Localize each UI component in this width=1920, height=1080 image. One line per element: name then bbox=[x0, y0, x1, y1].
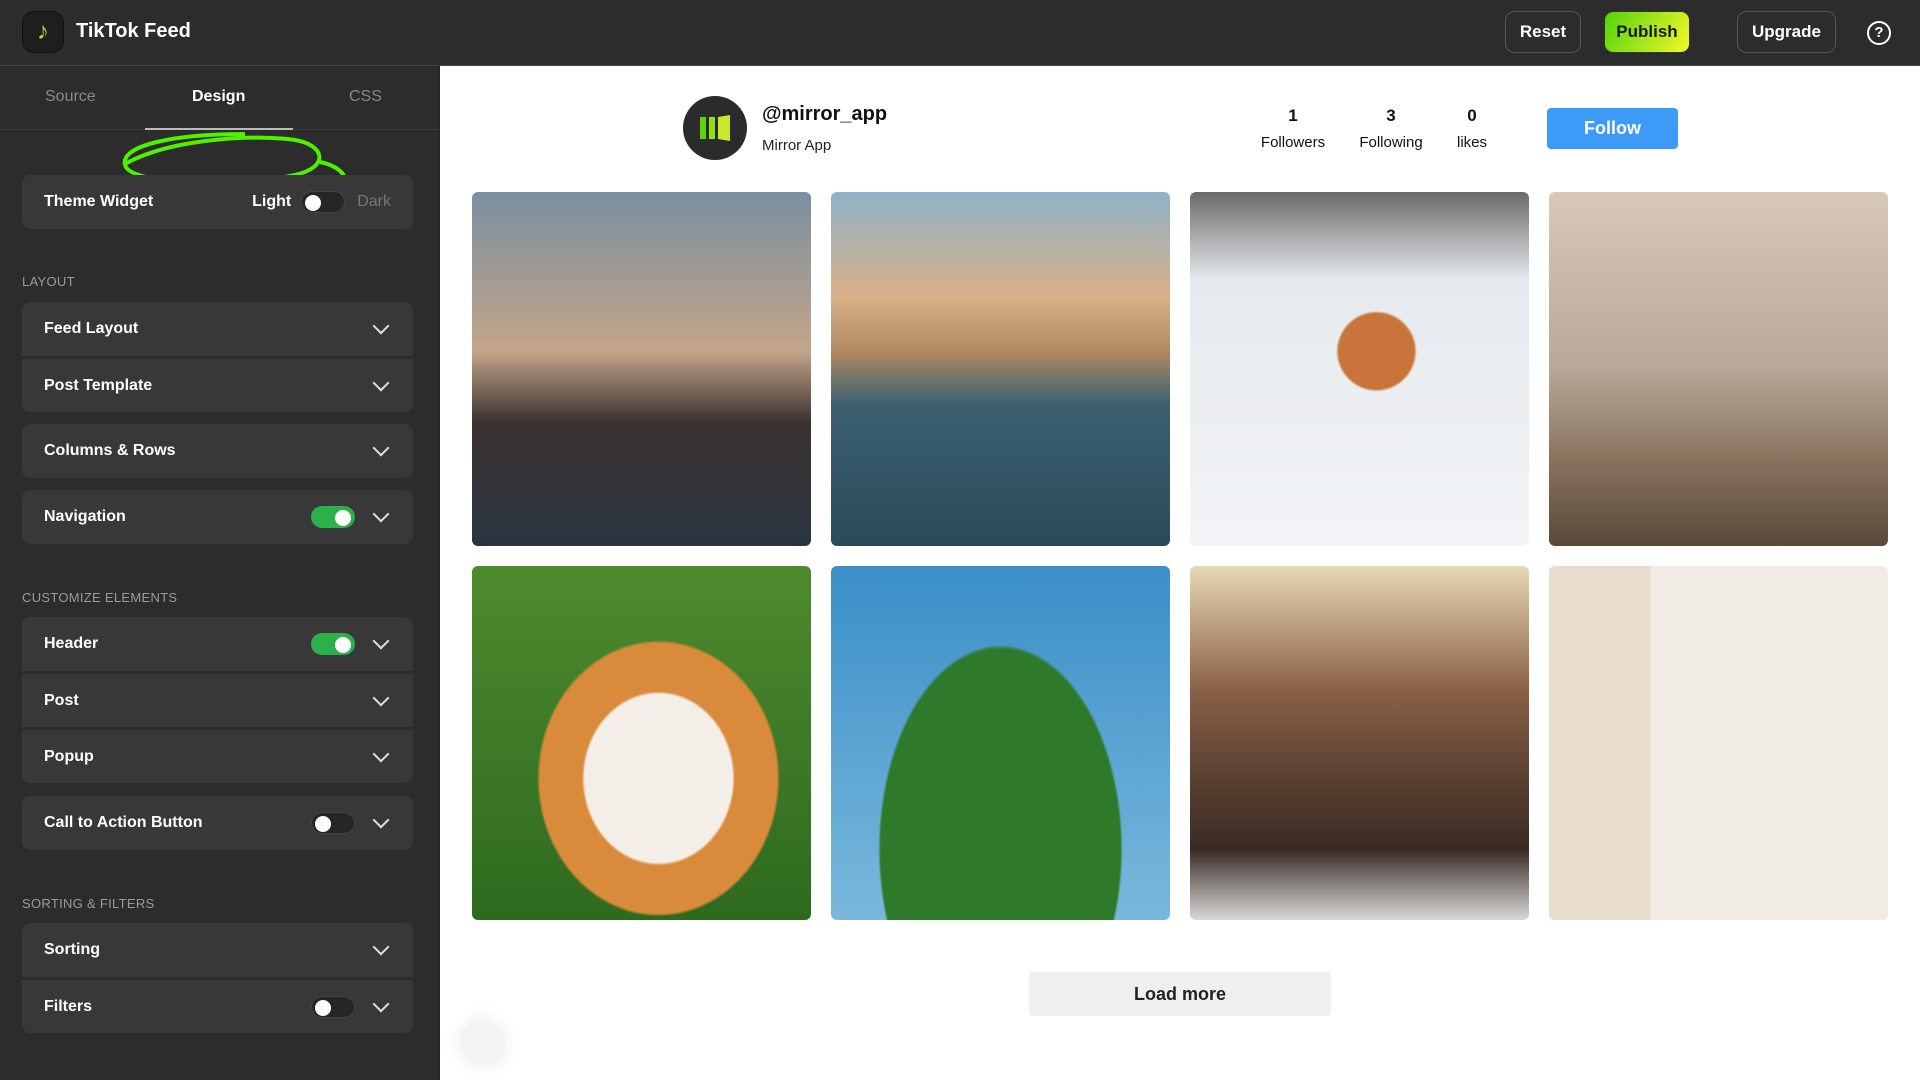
chevron-down-icon[interactable] bbox=[373, 745, 390, 762]
followers-count: 1 bbox=[1261, 106, 1325, 126]
row-label: Call to Action Button bbox=[44, 814, 311, 832]
cta-button-row[interactable]: Call to Action Button bbox=[22, 796, 413, 850]
filters-row[interactable]: Filters bbox=[22, 979, 413, 1033]
followers-label: Followers bbox=[1261, 134, 1325, 151]
likes-stat: 0 likes bbox=[1457, 106, 1487, 151]
following-stat: 3 Following bbox=[1359, 106, 1422, 151]
section-layout: LAYOUT bbox=[22, 274, 75, 289]
feed-post-beach-rocks[interactable] bbox=[1549, 192, 1888, 546]
chevron-down-icon[interactable] bbox=[373, 374, 390, 391]
tab-css[interactable]: CSS bbox=[349, 88, 382, 106]
feed-layout-row[interactable]: Feed Layout bbox=[22, 302, 413, 356]
chevron-down-icon[interactable] bbox=[373, 440, 390, 457]
chevron-down-icon[interactable] bbox=[373, 995, 390, 1012]
followers-stat: 1 Followers bbox=[1261, 106, 1325, 151]
feed-post-venice-canal[interactable] bbox=[831, 192, 1170, 546]
tab-bar: Source Design CSS bbox=[0, 66, 440, 130]
publish-button[interactable]: Publish bbox=[1604, 11, 1690, 53]
chevron-down-icon[interactable] bbox=[373, 939, 390, 956]
row-label: Feed Layout bbox=[44, 320, 355, 338]
header-row[interactable]: Header bbox=[22, 617, 413, 671]
columns-rows-row[interactable]: Columns & Rows bbox=[22, 424, 413, 478]
row-label: Header bbox=[44, 635, 311, 653]
chevron-down-icon[interactable] bbox=[373, 318, 390, 335]
feed-post-smiling-corgi[interactable] bbox=[472, 566, 811, 920]
post-template-row[interactable]: Post Template bbox=[22, 358, 413, 412]
filters-toggle[interactable] bbox=[311, 996, 355, 1018]
likes-label: likes bbox=[1457, 134, 1487, 151]
post-row[interactable]: Post bbox=[22, 673, 413, 727]
popup-row[interactable]: Popup bbox=[22, 729, 413, 783]
feed-post-lemon-tree[interactable] bbox=[831, 566, 1170, 920]
following-count: 3 bbox=[1359, 106, 1422, 126]
theme-widget-row: Theme Widget Light Dark bbox=[22, 175, 413, 229]
chevron-down-icon[interactable] bbox=[373, 689, 390, 706]
theme-toggle[interactable] bbox=[301, 191, 345, 213]
row-label: Filters bbox=[44, 998, 311, 1016]
sidebar: Source Design CSS Theme Widget Light Dar… bbox=[0, 66, 440, 1080]
tab-design[interactable]: Design bbox=[192, 88, 245, 106]
tab-source[interactable]: Source bbox=[45, 88, 96, 106]
section-sorting: SORTING & FILTERS bbox=[22, 896, 154, 911]
cta-toggle[interactable] bbox=[311, 812, 355, 834]
navigation-row[interactable]: Navigation bbox=[22, 490, 413, 544]
chevron-down-icon[interactable] bbox=[373, 506, 390, 523]
theme-dark-label: Dark bbox=[357, 193, 391, 211]
navigation-toggle[interactable] bbox=[311, 506, 355, 528]
header-toggle[interactable] bbox=[311, 633, 355, 655]
follow-button[interactable]: Follow bbox=[1547, 108, 1678, 149]
profile-username[interactable]: @mirror_app bbox=[762, 103, 887, 126]
feed-post-kitchen[interactable] bbox=[1549, 566, 1888, 920]
sorting-row[interactable]: Sorting bbox=[22, 923, 413, 977]
row-label: Sorting bbox=[44, 941, 355, 959]
help-icon[interactable]: ? bbox=[1867, 21, 1891, 45]
profile-avatar[interactable] bbox=[683, 96, 747, 160]
app-title: TikTok Feed bbox=[76, 20, 191, 43]
theme-widget-label: Theme Widget bbox=[44, 193, 252, 211]
row-label: Post Template bbox=[44, 377, 355, 395]
feed-post-harbor-ship[interactable] bbox=[472, 192, 811, 546]
theme-light-label: Light bbox=[252, 193, 291, 211]
chevron-down-icon[interactable] bbox=[373, 812, 390, 829]
row-label: Popup bbox=[44, 748, 355, 766]
following-label: Following bbox=[1359, 134, 1422, 151]
likes-count: 0 bbox=[1457, 106, 1487, 126]
upgrade-button[interactable]: Upgrade bbox=[1737, 11, 1836, 53]
row-label: Post bbox=[44, 692, 355, 710]
chat-widget-icon[interactable] bbox=[460, 1020, 506, 1066]
chevron-down-icon[interactable] bbox=[373, 633, 390, 650]
reset-button[interactable]: Reset bbox=[1505, 11, 1581, 53]
active-tab-indicator bbox=[145, 128, 293, 130]
load-more-button[interactable]: Load more bbox=[1029, 972, 1331, 1016]
mirror-logo-icon bbox=[698, 113, 732, 143]
top-bar: ♪ TikTok Feed Reset Publish Upgrade ? bbox=[0, 0, 1920, 66]
section-customize: CUSTOMIZE ELEMENTS bbox=[22, 590, 177, 605]
feed-post-corgi-snow[interactable] bbox=[1190, 192, 1529, 546]
row-label: Navigation bbox=[44, 508, 311, 526]
feed-post-street-car[interactable] bbox=[1190, 566, 1529, 920]
row-label: Columns & Rows bbox=[44, 442, 355, 460]
profile-display-name: Mirror App bbox=[762, 137, 831, 154]
tiktok-logo-icon: ♪ bbox=[22, 11, 64, 53]
